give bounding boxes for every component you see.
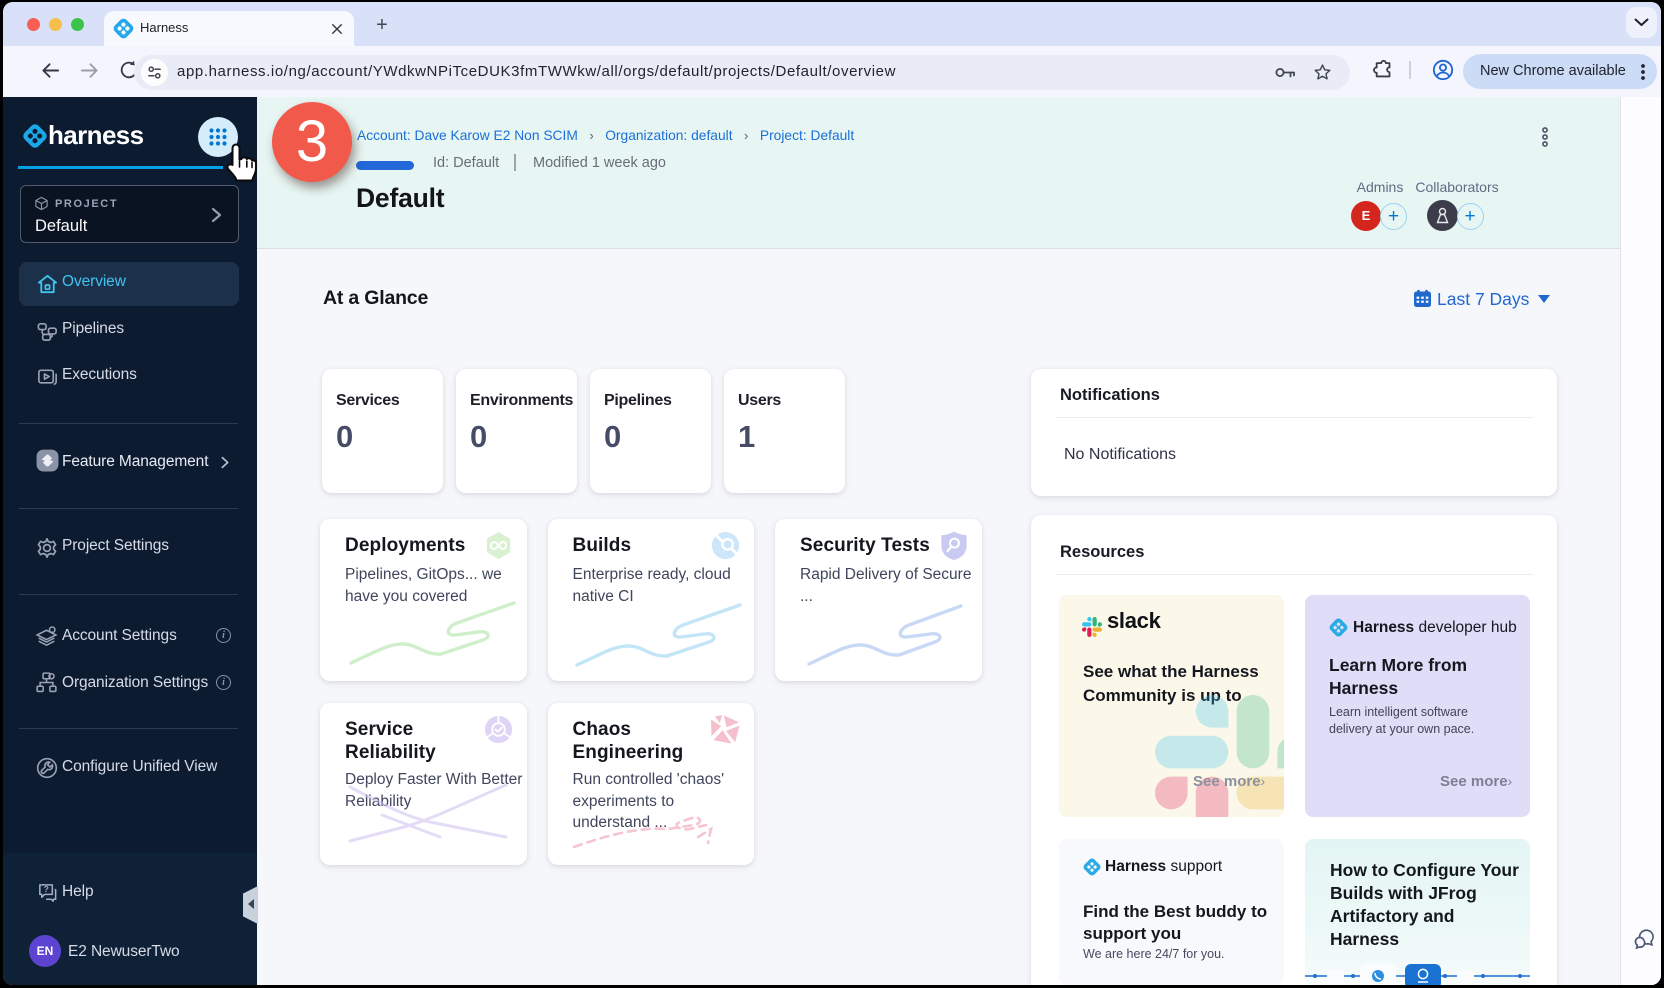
svg-text:?: ?	[44, 884, 49, 894]
